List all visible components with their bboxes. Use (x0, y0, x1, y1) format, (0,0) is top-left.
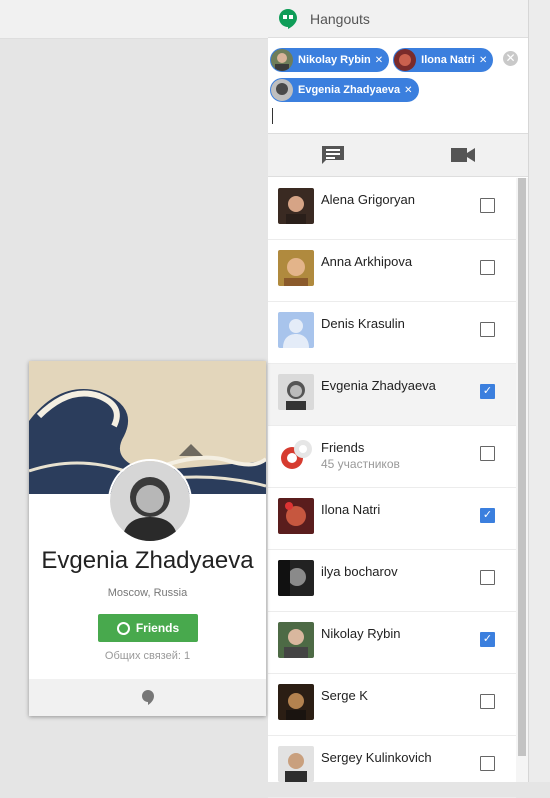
avatar (278, 374, 314, 410)
contact-row[interactable]: Sergey Kulinkovich (268, 736, 516, 798)
friends-button[interactable]: Friends (98, 614, 198, 642)
profile-location: Moscow, Russia (107, 587, 188, 599)
avatar (278, 188, 314, 224)
contact-name: Ilona Natri (321, 502, 381, 517)
recipient-chip[interactable]: Nikolay Rybin ✕ (270, 48, 390, 72)
common-connections: Общих связей: 1 (104, 650, 191, 662)
hangouts-chat-icon[interactable] (141, 690, 154, 705)
contact-list: Alena Grigoryan Anna Arkhipova Denis Kra… (268, 178, 516, 798)
card-footer (29, 679, 266, 716)
contact-name: Serge K (321, 688, 368, 703)
avatar (271, 79, 293, 101)
contact-name: ilya bocharov (321, 564, 398, 579)
contact-row[interactable]: Nikolay Rybin ✓ (268, 612, 516, 674)
contact-row[interactable]: ilya bocharov (268, 550, 516, 612)
remove-chip-icon[interactable]: ✕ (404, 85, 412, 96)
contact-row[interactable]: Alena Grigoryan (268, 178, 516, 240)
hangouts-logo-icon (278, 8, 298, 29)
top-bar (0, 0, 268, 39)
recipient-chip-label: Evgenia Zhadyaeva (298, 84, 401, 96)
scrollbar-thumb[interactable] (518, 178, 526, 756)
message-icon (322, 146, 344, 164)
recipient-chip[interactable]: Ilona Natri ✕ (393, 48, 494, 72)
contact-row[interactable]: Evgenia Zhadyaeva ✓ (268, 364, 516, 426)
scrollbar[interactable] (516, 178, 528, 782)
contact-checkbox[interactable]: ✓ (480, 632, 495, 647)
avatar (278, 250, 314, 286)
contact-row[interactable]: Anna Arkhipova (268, 240, 516, 302)
contact-checkbox[interactable] (480, 322, 495, 337)
remove-chip-icon[interactable]: ✕ (479, 55, 487, 66)
avatar (278, 312, 314, 348)
avatar (278, 498, 314, 534)
group-icon (278, 436, 314, 472)
hangouts-title: Hangouts (310, 10, 370, 27)
contact-checkbox[interactable]: ✓ (480, 384, 495, 399)
contact-name: Alena Grigoryan (321, 192, 415, 207)
text-caret (272, 108, 273, 124)
contact-checkbox[interactable] (480, 446, 495, 461)
contact-row[interactable]: Serge K (268, 674, 516, 736)
contact-checkbox[interactable]: ✓ (480, 508, 495, 523)
avatar (278, 560, 314, 596)
contact-row[interactable]: Ilona Natri ✓ (268, 488, 516, 550)
contact-row[interactable]: Denis Krasulin (268, 302, 516, 364)
contact-row[interactable]: Friends 45 участников (268, 426, 516, 488)
avatar (278, 622, 314, 658)
contact-subtitle: 45 участников (321, 457, 400, 471)
contact-name: Anna Arkhipova (321, 254, 413, 269)
contact-name: Evgenia Zhadyaeva (321, 378, 436, 393)
contact-checkbox[interactable] (480, 260, 495, 275)
remove-chip-icon[interactable]: ✕ (375, 55, 383, 66)
contact-name: Sergey Kulinkovich (321, 750, 432, 765)
recipient-field[interactable]: Nikolay Rybin ✕ Ilona Natri ✕ Evgenia Zh… (268, 38, 528, 134)
contact-checkbox[interactable] (480, 756, 495, 771)
profile-avatar (108, 459, 192, 543)
avatar (271, 49, 293, 71)
contact-name: Friends (321, 440, 365, 455)
friends-button-label: Friends (135, 621, 180, 635)
message-mode-button[interactable] (268, 134, 398, 176)
contact-checkbox[interactable] (480, 694, 495, 709)
avatar (278, 746, 314, 782)
contact-name: Denis Krasulin (321, 316, 405, 331)
contact-checkbox[interactable] (480, 570, 495, 585)
hangouts-header: Hangouts (268, 0, 528, 38)
avatar (278, 684, 314, 720)
recipient-chip-label: Ilona Natri (421, 54, 475, 66)
contact-checkbox[interactable] (480, 198, 495, 213)
contact-name: Nikolay Rybin (321, 626, 401, 641)
profile-name: Evgenia Zhadyaeva (41, 547, 254, 574)
mode-bar (268, 134, 528, 177)
recipient-chip-label: Nikolay Rybin (298, 54, 371, 66)
recipient-chip[interactable]: Evgenia Zhadyaeva ✕ (270, 78, 419, 102)
video-mode-button[interactable] (398, 134, 528, 176)
circle-icon (116, 621, 130, 635)
video-camera-icon (451, 148, 475, 162)
clear-recipients-icon[interactable]: ✕ (503, 51, 518, 66)
avatar (394, 49, 417, 71)
profile-card: Evgenia Zhadyaeva Moscow, Russia Friends… (29, 361, 266, 716)
right-gutter (528, 0, 550, 782)
